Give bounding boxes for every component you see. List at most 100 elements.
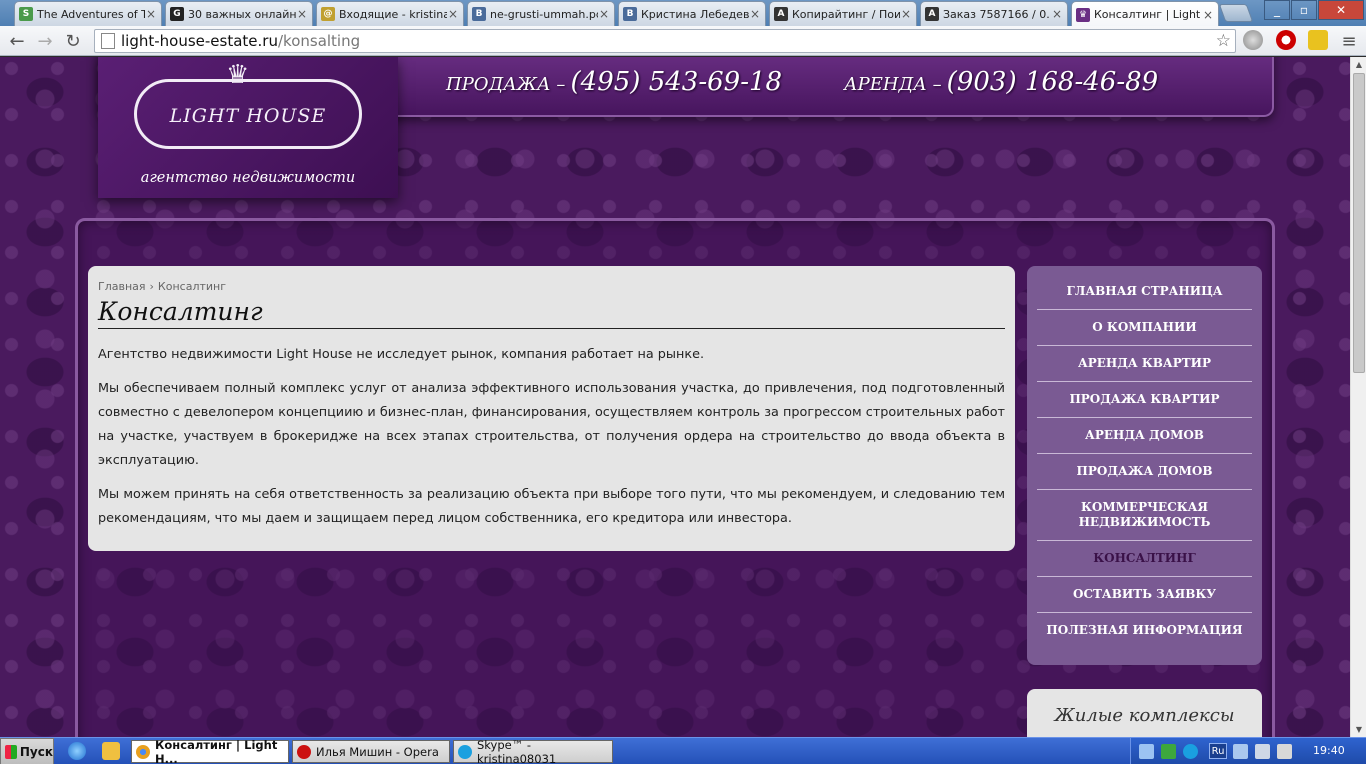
browser-tab[interactable]: A Заказ 7587166 / 0. × [920,1,1068,26]
close-icon[interactable]: × [447,7,459,21]
menu-wrench-icon[interactable]: ≡ [1338,30,1360,52]
vk-icon: B [472,7,486,21]
new-tab-button[interactable] [1218,4,1254,22]
url-host: light-house-estate.ru [121,32,278,50]
vk-icon: B [623,7,637,21]
network-tray-icon[interactable] [1139,744,1154,759]
breadcrumb-home-link[interactable]: Главная [98,280,146,293]
crown-icon: ♛ [226,60,250,90]
crown-extension-icon[interactable] [1308,30,1328,50]
back-icon[interactable]: ← [6,30,28,52]
menu-item-house-rent[interactable]: АРЕНДА ДОМОВ [1037,418,1252,454]
browser-tab[interactable]: G 30 важных онлайн × [165,1,313,26]
skype-icon [458,744,472,759]
menu-item-consulting[interactable]: КОНСАЛТИНГ [1037,541,1252,577]
close-icon[interactable]: × [1051,7,1063,21]
browser-tab-active[interactable]: ♛ Консалтинг | Light H × [1071,1,1219,27]
close-icon[interactable]: × [900,7,912,21]
menu-item-useful-info[interactable]: ПОЛЕЗНАЯ ИНФОРМАЦИЯ [1037,613,1252,648]
rent-label: АРЕНДА – [844,74,942,95]
skype-tray-icon[interactable] [1183,744,1198,759]
web-page: ♛ LIGHT HOUSE агентство недвижимости ПРО… [0,57,1350,737]
article-paragraph: Мы обеспечиваем полный комплекс услуг от… [98,381,1005,468]
menu-item-house-sale[interactable]: ПРОДАЖА ДОМОВ [1037,454,1252,490]
explorer-folder-icon[interactable] [102,742,120,760]
start-button[interactable]: Пуск [0,738,54,764]
sale-number: (495) 543-69-18 [570,67,783,97]
tab-title: Кристина Лебедев [641,7,749,21]
signal-tray-icon[interactable] [1233,744,1248,759]
minimize-icon[interactable]: _ [1264,0,1290,20]
rent-number: (903) 168-46-89 [946,67,1159,97]
browser-toolbar: ← → ↻ light-house-estate.ru/konsalting ☆… [0,26,1366,56]
page-scrollbar[interactable]: ▲ ▼ [1350,57,1366,737]
windows-flag-icon [5,744,17,759]
close-icon[interactable]: × [1202,8,1214,22]
tab-title: ne-grusti-ummah.pd [490,7,598,21]
close-icon[interactable]: × [749,7,761,21]
usb-tray-icon[interactable] [1255,744,1270,759]
windows-taskbar: Пуск Консалтинг | Light H... Илья Мишин … [0,737,1366,764]
volume-mute-icon[interactable] [1277,744,1292,759]
opera-extension-icon[interactable] [1276,30,1296,50]
article-paragraph: Агентство недвижимости Light House не ис… [98,347,705,362]
residential-complexes-title[interactable]: Жилые комплексы [1054,705,1234,726]
menu-item-commercial[interactable]: КОММЕРЧЕСКАЯ НЕДВИЖИМОСТЬ [1037,490,1252,541]
s-icon: S [19,7,33,21]
logo-tagline: агентство недвижимости [140,170,356,186]
rent-phone: АРЕНДА – (903) 168-46-89 [844,67,1158,97]
taskbar-task-skype[interactable]: Skype™ - kristina08031 [453,737,613,764]
close-icon[interactable]: × [598,7,610,21]
browser-tabstrip: S The Adventures of T × G 30 важных онла… [0,0,1366,27]
close-window-icon[interactable]: ✕ [1318,0,1364,20]
task-title: Консалтинг | Light H... [155,737,278,764]
download-tray-icon[interactable] [1161,744,1176,759]
address-bar[interactable]: light-house-estate.ru/konsalting ☆ [94,29,1236,53]
bookmark-star-icon[interactable]: ☆ [1216,31,1231,51]
url-path: /konsalting [277,32,361,50]
sidebar-menu: ГЛАВНАЯ СТРАНИЦА О КОМПАНИИ АРЕНДА КВАРТ… [1027,266,1262,665]
opera-icon [297,744,311,759]
residential-complexes-box: Жилые комплексы [1027,689,1262,737]
taskbar-task-opera[interactable]: Илья Мишин - Opera [292,740,450,763]
taskbar-task-chrome[interactable]: Консалтинг | Light H... [131,737,289,764]
menu-item-home[interactable]: ГЛАВНАЯ СТРАНИЦА [1037,274,1252,310]
chrome-icon [136,744,150,759]
task-title: Skype™ - kristina08031 [477,737,557,764]
maximize-icon[interactable]: ▫ [1291,0,1317,20]
browser-tab[interactable]: B ne-grusti-ummah.pd × [467,1,615,26]
article-paragraph: Мы можем принять на себя ответственность… [98,487,1005,526]
scroll-down-icon[interactable]: ▼ [1354,725,1364,734]
menu-item-apartment-sale[interactable]: ПРОДАЖА КВАРТИР [1037,382,1252,418]
breadcrumb: Главная › Консалтинг [98,280,1005,293]
scrollbar-thumb[interactable] [1353,73,1365,373]
tab-title: The Adventures of T [37,7,145,21]
browser-tab[interactable]: A Копирайтинг / Пои × [769,1,917,26]
lighthouse-icon: ♛ [1076,7,1090,22]
menu-item-request[interactable]: ОСТАВИТЬ ЗАЯВКУ [1037,577,1252,613]
ie-icon[interactable] [68,742,86,760]
language-indicator[interactable]: Ru [1209,743,1227,759]
browser-tab[interactable]: @ Входящие - kristina × [316,1,464,26]
browser-tab[interactable]: B Кристина Лебедев × [618,1,766,26]
forward-icon[interactable]: → [34,30,56,52]
article-panel: Главная › Консалтинг Консалтинг Агентство … [88,266,1015,551]
close-icon[interactable]: × [145,7,157,21]
reload-icon[interactable]: ↻ [62,30,84,52]
menu-item-apartment-rent[interactable]: АРЕНДА КВАРТИР [1037,346,1252,382]
globe-extension-icon[interactable] [1243,30,1263,50]
scroll-up-icon[interactable]: ▲ [1354,60,1364,69]
browser-tab[interactable]: S The Adventures of T × [14,1,162,26]
site-logo[interactable]: ♛ LIGHT HOUSE агентство недвижимости [98,57,398,198]
menu-item-about[interactable]: О КОМПАНИИ [1037,310,1252,346]
g-icon: G [170,7,184,21]
page-icon [101,33,115,49]
tab-title: Копирайтинг / Пои [792,7,900,21]
taskbar-clock: 19:40 [1313,744,1345,757]
tab-title: 30 важных онлайн [188,7,296,21]
close-icon[interactable]: × [296,7,308,21]
tab-title: Входящие - kristina [339,7,447,21]
breadcrumb-current: Консалтинг [157,280,227,293]
system-tray: Ru 19:40 [1130,738,1366,764]
mail-icon: @ [321,7,335,21]
